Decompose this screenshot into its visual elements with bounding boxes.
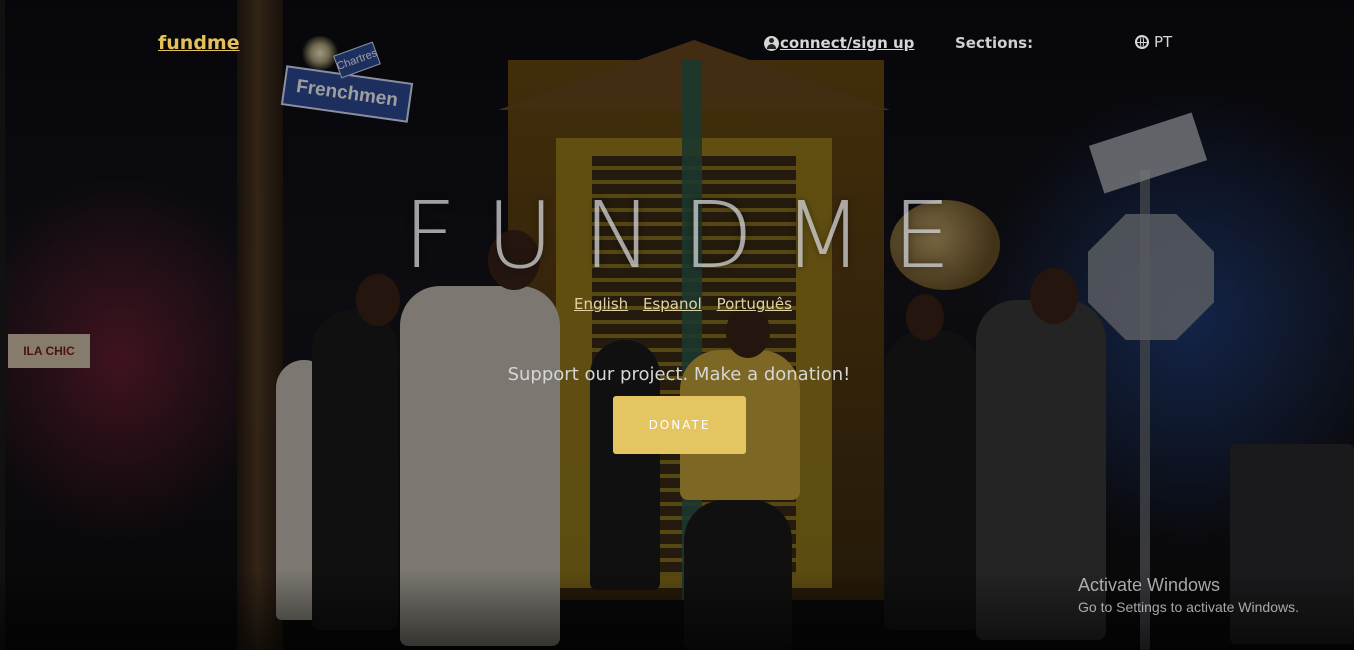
connect-signup-label: connect/sign up: [780, 34, 915, 52]
donate-button[interactable]: DONATE: [613, 396, 746, 454]
globe-icon: [1135, 35, 1149, 49]
sections-menu-label[interactable]: Sections:: [955, 34, 1033, 52]
language-links: English Espanol Português: [574, 295, 802, 313]
language-link-espanol[interactable]: Espanol: [643, 295, 702, 313]
hero-background: Frenchmen Chartres ILA CHIC: [0, 0, 1354, 650]
language-link-portugues[interactable]: Português: [717, 295, 792, 313]
hero-tagline: Support our project. Make a donation!: [507, 364, 851, 385]
connect-signup-link[interactable]: connect/sign up: [764, 34, 914, 52]
language-toggle[interactable]: PT: [1135, 33, 1172, 51]
windows-watermark-subtitle: Go to Settings to activate Windows.: [1078, 599, 1299, 615]
hero-title: FUNDME: [403, 182, 981, 289]
language-link-english[interactable]: English: [574, 295, 628, 313]
user-circle-icon: [764, 35, 779, 51]
background-overlay: [0, 0, 1354, 650]
language-toggle-label: PT: [1154, 33, 1173, 51]
logo-link[interactable]: fundme: [158, 32, 240, 54]
windows-watermark-title: Activate Windows: [1078, 575, 1221, 595]
